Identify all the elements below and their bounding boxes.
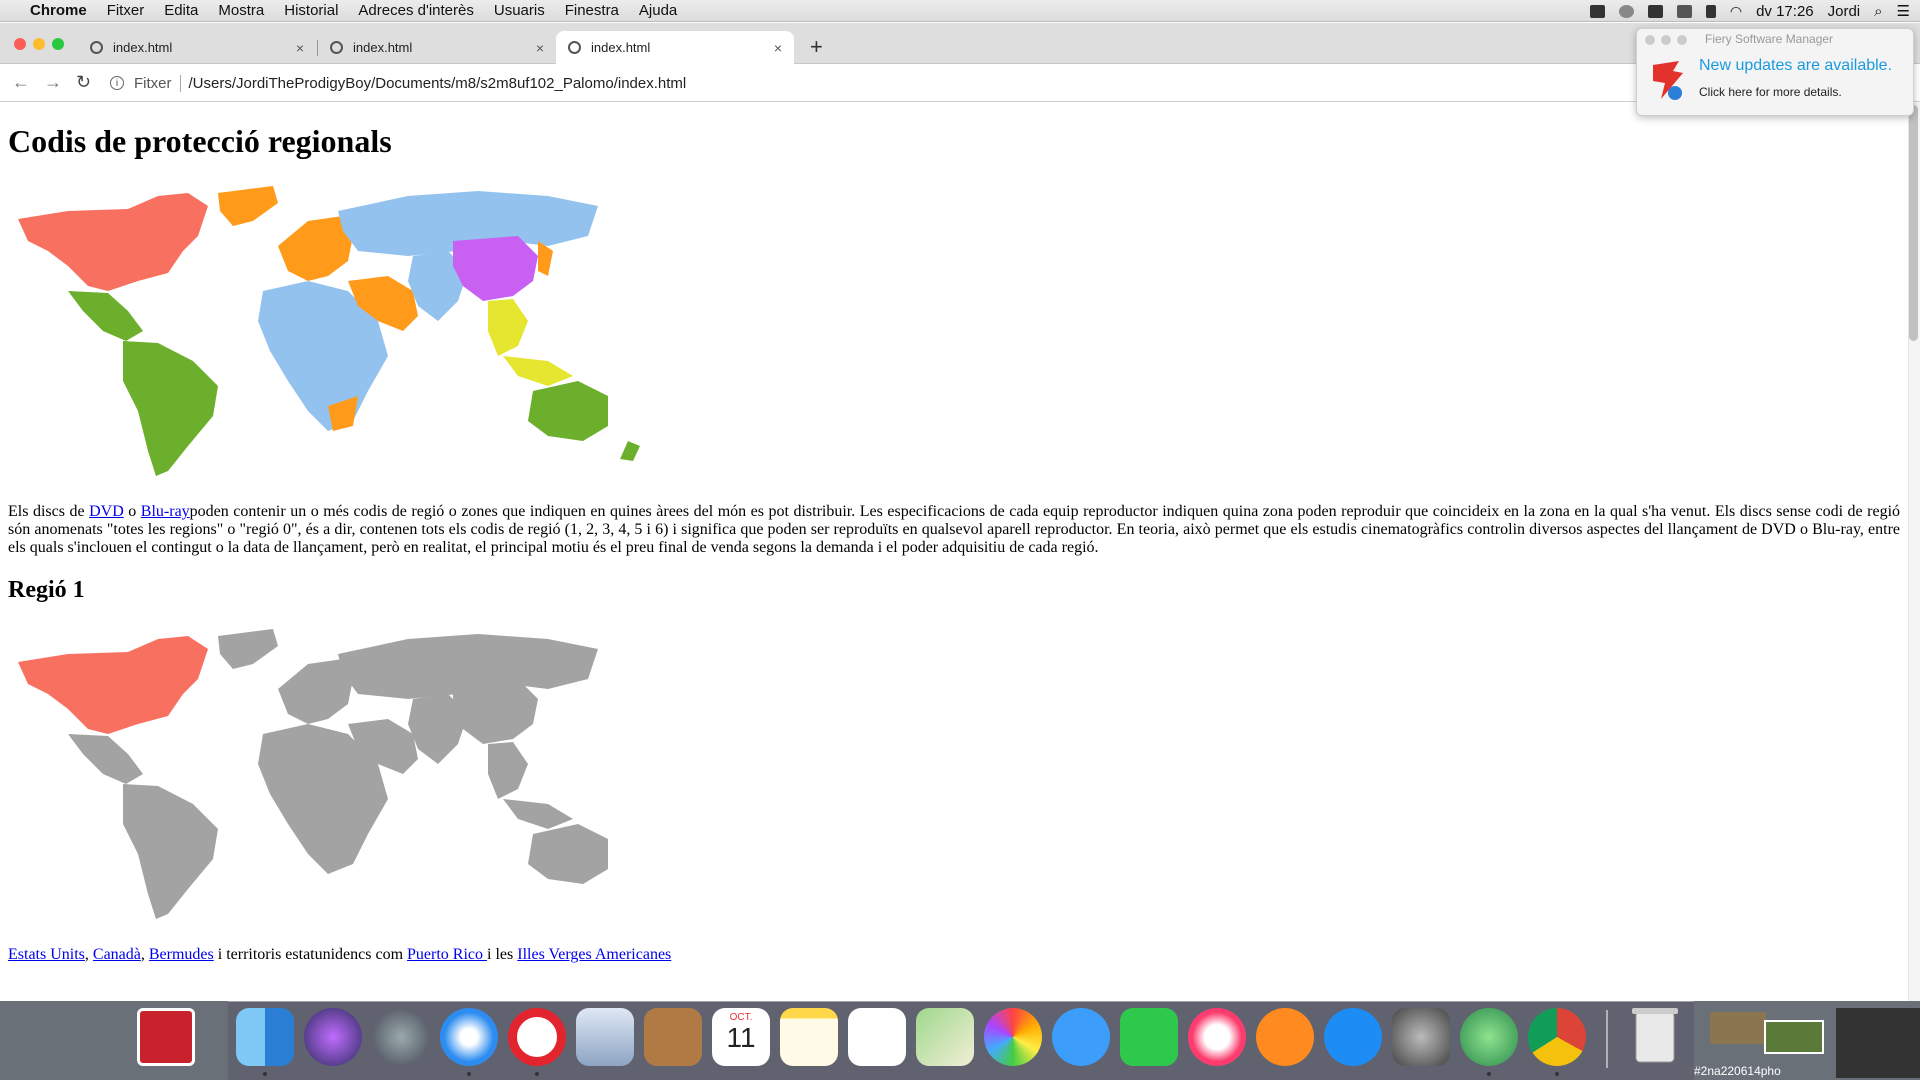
bluetooth-icon[interactable] (1705, 4, 1716, 18)
contacts-icon[interactable] (644, 1008, 702, 1066)
us-link[interactable]: Estats Units (8, 946, 85, 963)
info-icon[interactable]: i (110, 76, 124, 90)
calendar-day: 11 (726, 1022, 756, 1053)
document-status-icon[interactable] (1647, 4, 1663, 18)
region-1-map (18, 629, 608, 919)
page-viewport: Codis de protecció regionals Els discs d… (0, 103, 1908, 1001)
back-arrow-icon[interactable]: ← (12, 72, 30, 93)
address-path[interactable]: /Users/JordiTheProdigyBoy/Documents/m8/s… (189, 75, 687, 92)
itunes-icon[interactable] (1188, 1008, 1246, 1066)
notification-detail: Click here for more details. (1699, 85, 1842, 99)
launchpad-icon[interactable] (372, 1008, 430, 1066)
cloud-status-icon[interactable] (1618, 4, 1634, 18)
desktop-file-label[interactable]: #2na220614pho (1694, 1064, 1781, 1078)
globe-icon (90, 41, 103, 54)
virgin-islands-link[interactable]: Illes Verges Americanes (517, 946, 671, 963)
bluray-link[interactable]: Blu-ray (141, 503, 190, 520)
menubar-user[interactable]: Jordi (1828, 3, 1861, 20)
calendar-icon[interactable]: OCT. 11 (712, 1008, 770, 1066)
reload-icon[interactable]: ↻ (76, 72, 91, 93)
flash-status-icon[interactable] (1676, 4, 1692, 18)
map-oceania (528, 381, 640, 461)
menu-finestra[interactable]: Finestra (555, 2, 629, 19)
tab-close-icon[interactable]: × (774, 40, 782, 56)
chrome-icon[interactable] (1528, 1008, 1586, 1066)
menu-mostra[interactable]: Mostra (208, 2, 274, 19)
fiery-logo-icon (1653, 61, 1683, 100)
safari-icon[interactable] (440, 1008, 498, 1066)
caption-text: , (84, 946, 93, 963)
photos-icon[interactable] (984, 1008, 1042, 1066)
canada-link[interactable]: Canadà (93, 946, 141, 963)
puerto-rico-link[interactable]: Puerto Rico (407, 946, 487, 963)
caption-text: , (140, 946, 149, 963)
trash-icon[interactable] (1630, 1004, 1680, 1066)
address-bar[interactable]: i Fitxer /Users/JordiTheProdigyBoy/Docum… (110, 70, 1630, 96)
tab-2[interactable]: index.html × (318, 31, 556, 64)
tab-title: index.html (353, 40, 413, 55)
maps-icon[interactable] (916, 1008, 974, 1066)
update-notification[interactable]: Fiery Software Manager New updates are a… (1636, 28, 1914, 116)
intro-text: o (123, 503, 141, 520)
new-tab-button[interactable]: + (810, 34, 823, 60)
map-greenland (218, 186, 278, 226)
menu-edita[interactable]: Edita (154, 2, 208, 19)
caption-text: i territoris estatunidencs com (213, 946, 408, 963)
address-scheme: Fitxer (134, 74, 181, 92)
system-preferences-icon[interactable] (1392, 1008, 1450, 1066)
bermuda-link[interactable]: Bermudes (149, 946, 214, 963)
facetime-icon[interactable] (1120, 1008, 1178, 1066)
ibooks-icon[interactable] (1256, 1008, 1314, 1066)
spotlight-icon[interactable]: ⌕ (1874, 3, 1882, 20)
reminders-icon[interactable] (848, 1008, 906, 1066)
atom-icon[interactable] (1460, 1008, 1518, 1066)
intro-paragraph: Els discs de DVD o Blu-raypoden contenir… (8, 503, 1900, 557)
page-title: Codis de protecció regionals (8, 123, 392, 159)
installer-app-icon[interactable] (137, 1008, 195, 1066)
app-store-icon[interactable] (1324, 1008, 1382, 1066)
notification-app-name: Fiery Software Manager (1705, 32, 1834, 46)
map-south-america (123, 341, 218, 476)
intro-text: Els discs de (8, 503, 90, 520)
tab-title: index.html (591, 40, 651, 55)
finder-icon[interactable] (236, 1008, 294, 1066)
notification-center-icon[interactable]: ☰ (1897, 2, 1910, 20)
notes-icon[interactable] (780, 1008, 838, 1066)
globe-icon (568, 41, 581, 54)
menu-bar: Chrome Fitxer Edita Mostra Historial Adr… (0, 0, 1920, 22)
siri-icon[interactable] (304, 1008, 362, 1066)
menubar-clock[interactable]: dv 17:26 (1756, 3, 1814, 20)
world-region-map (18, 186, 640, 476)
tab-title: index.html (113, 40, 173, 55)
tab-1[interactable]: index.html × (78, 31, 316, 64)
messages-icon[interactable] (1052, 1008, 1110, 1066)
menu-historial[interactable]: Historial (274, 2, 348, 19)
notification-headline: New updates are available. (1699, 57, 1893, 74)
window-close-button[interactable] (14, 38, 26, 50)
region-1-heading: Regió 1 (8, 577, 85, 603)
region-1-caption: Estats Units, Canadà, Bermudes i territo… (8, 946, 1900, 964)
window-zoom-button[interactable] (52, 38, 64, 50)
folder-status-icon[interactable] (1589, 4, 1605, 18)
intro-text: poden contenir un o més codis de regió o… (8, 503, 1901, 556)
mail-icon[interactable] (576, 1008, 634, 1066)
scrollbar-thumb[interactable] (1909, 105, 1918, 341)
dvd-link[interactable]: DVD (89, 503, 124, 520)
map-north-america (18, 193, 208, 341)
wifi-icon[interactable]: ◠ (1730, 3, 1742, 20)
tab-3[interactable]: index.html × (556, 31, 794, 64)
tab-close-icon[interactable]: × (536, 40, 544, 56)
tab-close-icon[interactable]: × (296, 40, 304, 56)
menu-usuaris[interactable]: Usuaris (484, 2, 555, 19)
menu-adreces[interactable]: Adreces d'interès (348, 2, 483, 19)
menu-fitxer[interactable]: Fitxer (97, 2, 155, 19)
menu-app-chrome[interactable]: Chrome (20, 2, 97, 19)
window-minimize-button[interactable] (33, 38, 45, 50)
menu-ajuda[interactable]: Ajuda (629, 2, 687, 19)
forward-arrow-icon[interactable]: → (44, 72, 62, 93)
opera-icon[interactable] (508, 1008, 566, 1066)
globe-icon (330, 41, 343, 54)
caption-text: i les (487, 946, 518, 963)
map-asia (408, 236, 573, 386)
